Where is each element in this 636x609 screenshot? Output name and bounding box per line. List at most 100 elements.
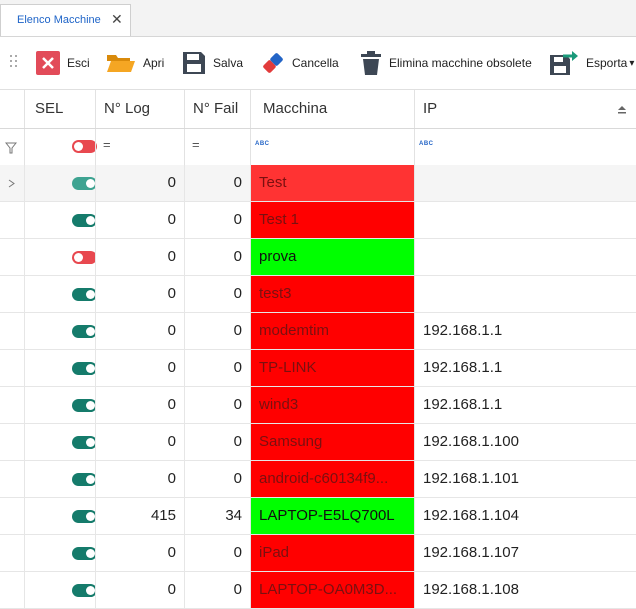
macchina-cell: android-c60134f9... bbox=[250, 461, 414, 497]
macchina-cell: TP-LINK bbox=[250, 350, 414, 386]
column-header-log[interactable]: N° Log bbox=[95, 90, 184, 128]
ip-cell bbox=[414, 276, 636, 312]
apri-label: Apri bbox=[143, 56, 165, 70]
log-cell: 0 bbox=[95, 165, 184, 201]
column-header-macchina[interactable]: Macchina bbox=[250, 90, 414, 128]
log-cell: 415 bbox=[95, 498, 184, 534]
table-row[interactable]: 0 0 Samsung 192.168.1.100 bbox=[0, 424, 636, 461]
equals-operator-icon[interactable]: = bbox=[192, 137, 200, 152]
sel-cell[interactable] bbox=[24, 424, 95, 460]
filter-macchina[interactable]: ABC bbox=[250, 129, 414, 165]
log-cell: 0 bbox=[95, 202, 184, 238]
sel-cell[interactable] bbox=[24, 165, 95, 201]
salva-label: Salva bbox=[213, 56, 244, 70]
fail-cell: 0 bbox=[184, 313, 250, 349]
column-header-sel[interactable]: SEL bbox=[24, 90, 95, 128]
table-row[interactable]: 0 0 prova bbox=[0, 239, 636, 276]
table-row[interactable]: 0 0 iPad 192.168.1.107 bbox=[0, 535, 636, 572]
table-row[interactable]: 0 0 modemtim 192.168.1.1 bbox=[0, 313, 636, 350]
sel-toggle[interactable] bbox=[72, 214, 95, 227]
table-row[interactable]: 0 0 TP-LINK 192.168.1.1 bbox=[0, 350, 636, 387]
folder-open-icon bbox=[107, 55, 135, 72]
esporta-button[interactable]: Esporta ▾ bbox=[549, 49, 634, 77]
sel-cell[interactable] bbox=[24, 498, 95, 534]
sel-cell[interactable] bbox=[24, 387, 95, 423]
table-row[interactable]: 0 0 android-c60134f9... 192.168.1.101 bbox=[0, 461, 636, 498]
column-header-ip[interactable]: IP bbox=[414, 90, 636, 128]
fail-cell: 0 bbox=[184, 350, 250, 386]
log-cell: 0 bbox=[95, 535, 184, 571]
esporta-label: Esporta bbox=[586, 56, 628, 70]
close-icon[interactable]: ✕ bbox=[111, 11, 123, 28]
chevron-down-icon[interactable]: ▾ bbox=[629, 58, 634, 69]
table-row[interactable]: 0 0 test3 bbox=[0, 276, 636, 313]
esci-button[interactable]: Esci bbox=[36, 49, 90, 77]
sel-toggle[interactable] bbox=[72, 436, 95, 449]
macchina-cell: LAPTOP-E5LQ700L bbox=[250, 498, 414, 534]
cancella-button[interactable]: Cancella bbox=[261, 49, 339, 77]
sel-toggle[interactable] bbox=[72, 288, 95, 301]
filter-row: = = ABC ABC bbox=[0, 129, 636, 166]
toolbar-grip-icon[interactable] bbox=[10, 55, 20, 69]
filter-sel-toggle[interactable] bbox=[72, 140, 97, 153]
filter-ip[interactable]: ABC bbox=[414, 129, 636, 165]
toolbar: Esci Apri Salva Cancella Elimina macchin… bbox=[0, 37, 636, 90]
sel-cell[interactable] bbox=[24, 276, 95, 312]
sel-cell[interactable] bbox=[24, 461, 95, 497]
fail-cell: 0 bbox=[184, 461, 250, 497]
ip-cell: 192.168.1.1 bbox=[414, 313, 636, 349]
ip-cell: 192.168.1.101 bbox=[414, 461, 636, 497]
sel-toggle[interactable] bbox=[72, 325, 95, 338]
column-chooser-icon[interactable] bbox=[617, 104, 627, 114]
table-row[interactable]: 0 0 wind3 192.168.1.1 bbox=[0, 387, 636, 424]
fail-cell: 0 bbox=[184, 165, 250, 201]
macchina-cell: LAPTOP-OA0M3D... bbox=[250, 572, 414, 608]
salva-button[interactable]: Salva bbox=[182, 49, 243, 77]
table-row[interactable]: 0 0 Test bbox=[0, 165, 636, 202]
elimina-label: Elimina macchine obsolete bbox=[389, 56, 532, 70]
sel-cell[interactable] bbox=[24, 572, 95, 608]
sel-cell[interactable] bbox=[24, 535, 95, 571]
fail-cell: 0 bbox=[184, 239, 250, 275]
table-row[interactable]: 415 34 LAPTOP-E5LQ700L 192.168.1.104 bbox=[0, 498, 636, 535]
sel-cell[interactable] bbox=[24, 202, 95, 238]
row-indicator-icon bbox=[8, 179, 15, 188]
fail-cell: 0 bbox=[184, 572, 250, 608]
log-cell: 0 bbox=[95, 461, 184, 497]
sel-toggle[interactable] bbox=[72, 510, 95, 523]
elimina-macchine-obsolete-button[interactable]: Elimina macchine obsolete bbox=[360, 49, 532, 77]
cancella-label: Cancella bbox=[292, 56, 339, 70]
ip-cell bbox=[414, 239, 636, 275]
filter-sel[interactable] bbox=[24, 129, 97, 165]
equals-operator-icon[interactable]: = bbox=[103, 137, 111, 152]
macchina-cell: modemtim bbox=[250, 313, 414, 349]
sel-toggle[interactable] bbox=[72, 362, 95, 375]
log-cell: 0 bbox=[95, 387, 184, 423]
log-cell: 0 bbox=[95, 424, 184, 460]
sel-toggle[interactable] bbox=[72, 473, 95, 486]
sel-toggle[interactable] bbox=[72, 251, 95, 264]
sel-toggle[interactable] bbox=[72, 547, 95, 560]
tab-elenco-macchine[interactable]: Elenco Macchine ✕ bbox=[0, 4, 131, 36]
sel-cell[interactable] bbox=[24, 239, 95, 275]
fail-cell: 0 bbox=[184, 202, 250, 238]
sel-cell[interactable] bbox=[24, 313, 95, 349]
fail-cell: 34 bbox=[184, 498, 250, 534]
text-filter-icon[interactable]: ABC bbox=[255, 141, 270, 147]
grid-header: SEL N° Log N° Fail Macchina IP bbox=[0, 90, 636, 129]
text-filter-icon[interactable]: ABC bbox=[419, 141, 434, 147]
table-row[interactable]: 0 0 Test 1 bbox=[0, 202, 636, 239]
filter-log[interactable]: = bbox=[95, 129, 184, 165]
log-cell: 0 bbox=[95, 572, 184, 608]
macchina-cell: wind3 bbox=[250, 387, 414, 423]
sel-toggle[interactable] bbox=[72, 177, 95, 190]
sel-toggle[interactable] bbox=[72, 584, 95, 597]
sel-cell[interactable] bbox=[24, 350, 95, 386]
table-row[interactable]: 0 0 LAPTOP-OA0M3D... 192.168.1.108 bbox=[0, 572, 636, 609]
sel-toggle[interactable] bbox=[72, 399, 95, 412]
apri-button[interactable]: Apri bbox=[106, 49, 164, 77]
log-cell: 0 bbox=[95, 276, 184, 312]
filter-fail[interactable]: = bbox=[184, 129, 250, 165]
column-header-fail[interactable]: N° Fail bbox=[184, 90, 250, 128]
ip-cell: 192.168.1.108 bbox=[414, 572, 636, 608]
